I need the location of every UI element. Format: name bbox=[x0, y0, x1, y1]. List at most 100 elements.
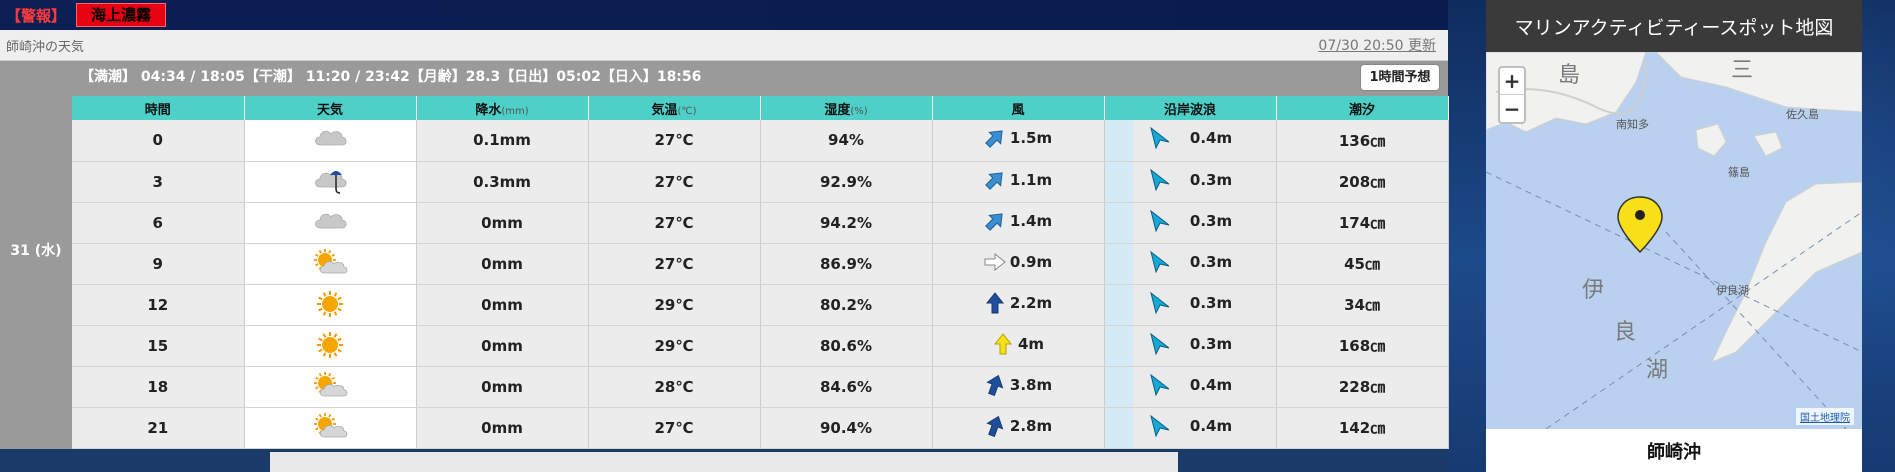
alert-badge[interactable]: 海上濃霧 bbox=[76, 3, 167, 27]
wave-direction-icon bbox=[1150, 373, 1170, 396]
cell-precip: 0mm bbox=[416, 325, 589, 367]
cell-tide: 142㎝ bbox=[1276, 407, 1449, 449]
map-credit-link[interactable]: 国土地理院 bbox=[1796, 408, 1854, 425]
cell-wave: 0.4m bbox=[1104, 120, 1277, 162]
header-time: 時間 bbox=[72, 96, 245, 120]
zoom-in-button[interactable]: + bbox=[1500, 68, 1524, 95]
alert-bar: 【警報】 海上濃霧 bbox=[0, 0, 1448, 30]
cell-temp: 27℃ bbox=[588, 120, 761, 162]
table-row: 0 0.1mm 27℃ 94% 1.5m 0.4m 136㎝ bbox=[72, 120, 1449, 162]
cell-time: 9 bbox=[72, 243, 245, 285]
wind-arrow-icon bbox=[984, 212, 1003, 231]
map-label-ko: 湖 bbox=[1646, 358, 1669, 383]
zoom-control: + − bbox=[1498, 66, 1526, 124]
tide-info: 【満潮】 04:34 / 18:05【干潮】 11:20 / 23:42【月齢】… bbox=[80, 69, 702, 85]
cell-humidity: 86.9% bbox=[760, 243, 933, 285]
map-label-kaminoshima: 篠島 bbox=[1728, 166, 1750, 179]
cell-wave: 0.4m bbox=[1104, 366, 1277, 408]
cell-time: 18 bbox=[72, 366, 245, 408]
table-row: 18 0mm 28℃ 84.6% 3.8m 0.4m 228㎝ bbox=[72, 366, 1449, 408]
wave-direction-icon bbox=[1150, 209, 1170, 232]
cell-humidity: 94.2% bbox=[760, 202, 933, 244]
cell-weather bbox=[244, 325, 417, 367]
table-row: 15 0mm 29℃ 80.6% 4m 0.3m 168㎝ bbox=[72, 325, 1449, 367]
cell-precip: 0mm bbox=[416, 284, 589, 326]
map-area[interactable]: 島 三 南知多 佐久島 篠島 伊良湖 伊 良 湖 + − 国土地理院 bbox=[1486, 52, 1862, 429]
bottom-ad-area bbox=[270, 452, 1178, 472]
cell-wave: 0.3m bbox=[1104, 284, 1277, 326]
cell-wind: 0.9m bbox=[932, 243, 1105, 285]
header-wind: 風 bbox=[932, 96, 1105, 120]
spot-name: 師崎沖 bbox=[1647, 441, 1701, 463]
cloudy-rain-icon bbox=[315, 170, 347, 194]
cell-weather bbox=[244, 366, 417, 408]
wave-direction-icon bbox=[1150, 126, 1170, 150]
cell-wave: 0.4m bbox=[1104, 407, 1277, 449]
cell-precip: 0mm bbox=[416, 366, 589, 408]
cell-weather bbox=[244, 161, 417, 203]
map-label-san: 三 bbox=[1731, 58, 1754, 83]
table-row: 6 0mm 27℃ 94.2% 1.4m 0.3m 174㎝ bbox=[72, 202, 1449, 244]
wave-direction-icon bbox=[1150, 250, 1170, 273]
cell-tide: 45㎝ bbox=[1276, 243, 1449, 285]
cell-wave: 0.3m bbox=[1104, 325, 1277, 367]
cell-tide: 208㎝ bbox=[1276, 161, 1449, 203]
header-temp: 気温(℃) bbox=[588, 96, 761, 120]
wave-direction-icon bbox=[1150, 332, 1170, 355]
location-title: 師崎沖の天気 bbox=[6, 39, 85, 55]
cell-wave: 0.3m bbox=[1104, 243, 1277, 285]
header-humidity: 湿度(%) bbox=[760, 96, 933, 120]
table-header-row: 時間 天気 降水(mm) 気温(℃) 湿度(%) 風 沿岸波浪 潮汐 bbox=[72, 96, 1449, 120]
cell-humidity: 84.6% bbox=[760, 366, 933, 408]
cell-time: 12 bbox=[72, 284, 245, 326]
cell-weather bbox=[244, 407, 417, 449]
cell-temp: 27℃ bbox=[588, 243, 761, 285]
wind-arrow-icon bbox=[984, 252, 1006, 271]
wind-arrow-icon bbox=[993, 332, 1012, 354]
cell-precip: 0.1mm bbox=[416, 120, 589, 162]
cell-temp: 27℃ bbox=[588, 407, 761, 449]
cell-time: 3 bbox=[72, 161, 245, 203]
sun-icon bbox=[317, 331, 343, 358]
cell-humidity: 90.4% bbox=[760, 407, 933, 449]
cell-temp: 27℃ bbox=[588, 202, 761, 244]
cell-humidity: 94% bbox=[760, 120, 933, 162]
map-label-i: 伊 bbox=[1582, 278, 1605, 303]
cell-wind: 1.1m bbox=[932, 161, 1105, 203]
cell-temp: 29℃ bbox=[588, 284, 761, 326]
map-label-irago: 伊良湖 bbox=[1716, 284, 1749, 297]
cell-humidity: 92.9% bbox=[760, 161, 933, 203]
header-precip: 降水(mm) bbox=[416, 96, 589, 120]
cell-precip: 0.3mm bbox=[416, 161, 589, 203]
cell-humidity: 80.2% bbox=[760, 284, 933, 326]
cloudy-icon bbox=[315, 213, 347, 228]
day-label: 31 (水) bbox=[10, 243, 62, 259]
cell-tide: 34㎝ bbox=[1276, 284, 1449, 326]
update-time-link[interactable]: 07/30 20:50 更新 bbox=[1318, 35, 1436, 55]
cell-wind: 1.5m bbox=[932, 120, 1105, 162]
wave-direction-icon bbox=[1150, 291, 1170, 314]
table-row: 12 0mm 29℃ 80.2% 2.2m 0.3m 34㎝ bbox=[72, 284, 1449, 326]
cell-tide: 136㎝ bbox=[1276, 120, 1449, 162]
cell-precip: 0mm bbox=[416, 243, 589, 285]
wind-arrow-icon bbox=[985, 291, 1004, 313]
wind-arrow-icon bbox=[984, 171, 1003, 190]
map-panel: マリンアクティビティースポット地図 島 三 南知多 佐久島 篠島 伊良湖 伊 良… bbox=[1486, 0, 1862, 472]
table-row: 9 0mm 27℃ 86.9% 0.9m 0.3m 45㎝ bbox=[72, 243, 1449, 285]
sun-cloud-icon bbox=[314, 412, 348, 437]
cell-temp: 29℃ bbox=[588, 325, 761, 367]
cell-precip: 0mm bbox=[416, 407, 589, 449]
sun-cloud-icon bbox=[314, 248, 348, 273]
cell-time: 15 bbox=[72, 325, 245, 367]
cell-tide: 228㎝ bbox=[1276, 366, 1449, 408]
sun-icon bbox=[317, 290, 343, 317]
table-row: 3 0.3mm 27℃ 92.9% 1.1m 0.3m 208㎝ bbox=[72, 161, 1449, 203]
wave-direction-icon bbox=[1150, 414, 1170, 437]
cell-wind: 1.4m bbox=[932, 202, 1105, 244]
cell-wind: 4m bbox=[932, 325, 1105, 367]
cell-temp: 28℃ bbox=[588, 366, 761, 408]
forecast-table: 時間 天気 降水(mm) 気温(℃) 湿度(%) 風 沿岸波浪 潮汐 0 0.1m… bbox=[72, 96, 1449, 449]
hourly-forecast-button[interactable]: 1時間予想 bbox=[1360, 64, 1440, 91]
zoom-out-button[interactable]: − bbox=[1500, 95, 1524, 122]
cell-weather bbox=[244, 120, 417, 162]
